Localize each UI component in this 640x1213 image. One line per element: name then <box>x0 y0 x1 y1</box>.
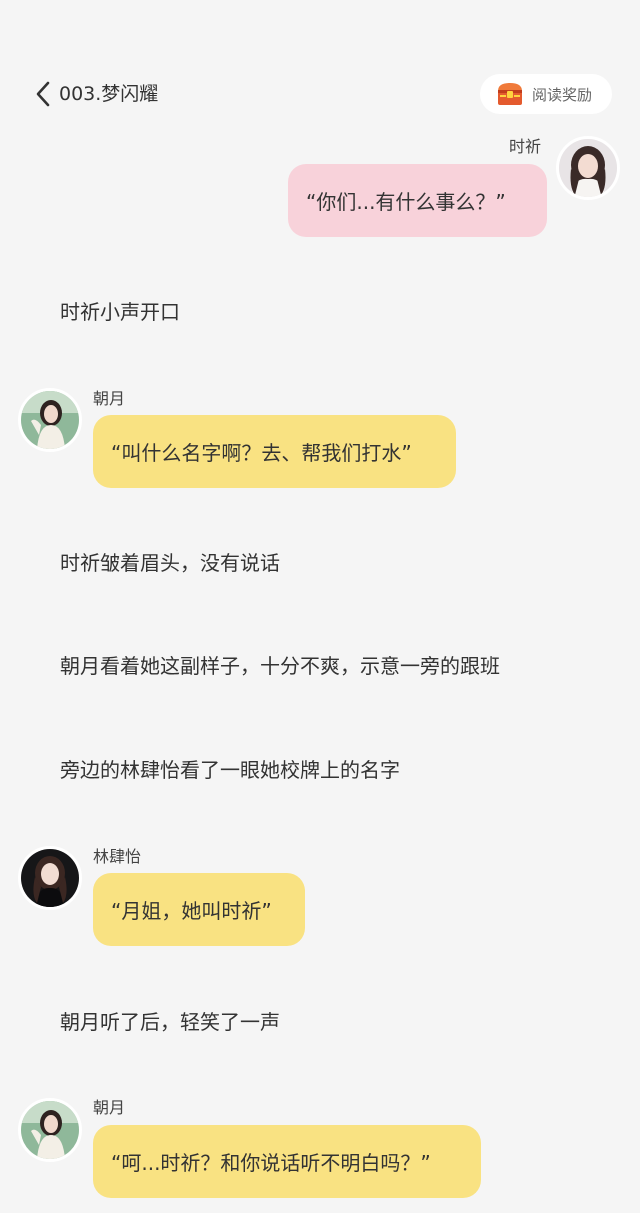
message-text: “叫什么名字啊？去、帮我们打水” <box>111 441 412 465</box>
treasure-chest-icon <box>498 83 522 105</box>
speaker-name: 朝月 <box>93 1098 126 1117</box>
message-bubble: “你们...有什么事么？” <box>288 164 547 237</box>
narration-text: 时祈皱着眉头，没有说话 <box>60 551 280 575</box>
reading-reward-label: 阅读奖励 <box>532 85 593 104</box>
chevron-left-icon <box>36 81 50 107</box>
narration-text: 朝月看着她这副样子，十分不爽，示意一旁的跟班 <box>60 654 500 678</box>
speaker-name: 时祈 <box>509 137 542 156</box>
speaker-name: 朝月 <box>93 389 126 408</box>
back-button[interactable] <box>28 76 58 112</box>
message-text: “呵...时祈？和你说话听不明白吗？” <box>111 1151 431 1175</box>
avatar <box>18 1098 82 1162</box>
message-text: “月姐，她叫时祈” <box>111 899 272 923</box>
message-bubble: “呵...时祈？和你说话听不明白吗？” <box>93 1125 481 1198</box>
message-bubble: “月姐，她叫时祈” <box>93 873 305 946</box>
message-text: “你们...有什么事么？” <box>306 190 506 214</box>
chapter-title: 003.梦闪耀 <box>59 83 159 105</box>
narration-text: 旁边的林肆怡看了一眼她校牌上的名字 <box>60 758 400 782</box>
reading-reward-button[interactable]: 阅读奖励 <box>480 74 612 114</box>
avatar <box>556 136 620 200</box>
message-bubble: “叫什么名字啊？去、帮我们打水” <box>93 415 456 488</box>
narration-text: 朝月听了后，轻笑了一声 <box>60 1010 280 1034</box>
avatar <box>18 846 82 910</box>
narration-text: 时祈小声开口 <box>60 300 180 324</box>
avatar <box>18 388 82 452</box>
speaker-name: 林肆怡 <box>93 847 142 866</box>
